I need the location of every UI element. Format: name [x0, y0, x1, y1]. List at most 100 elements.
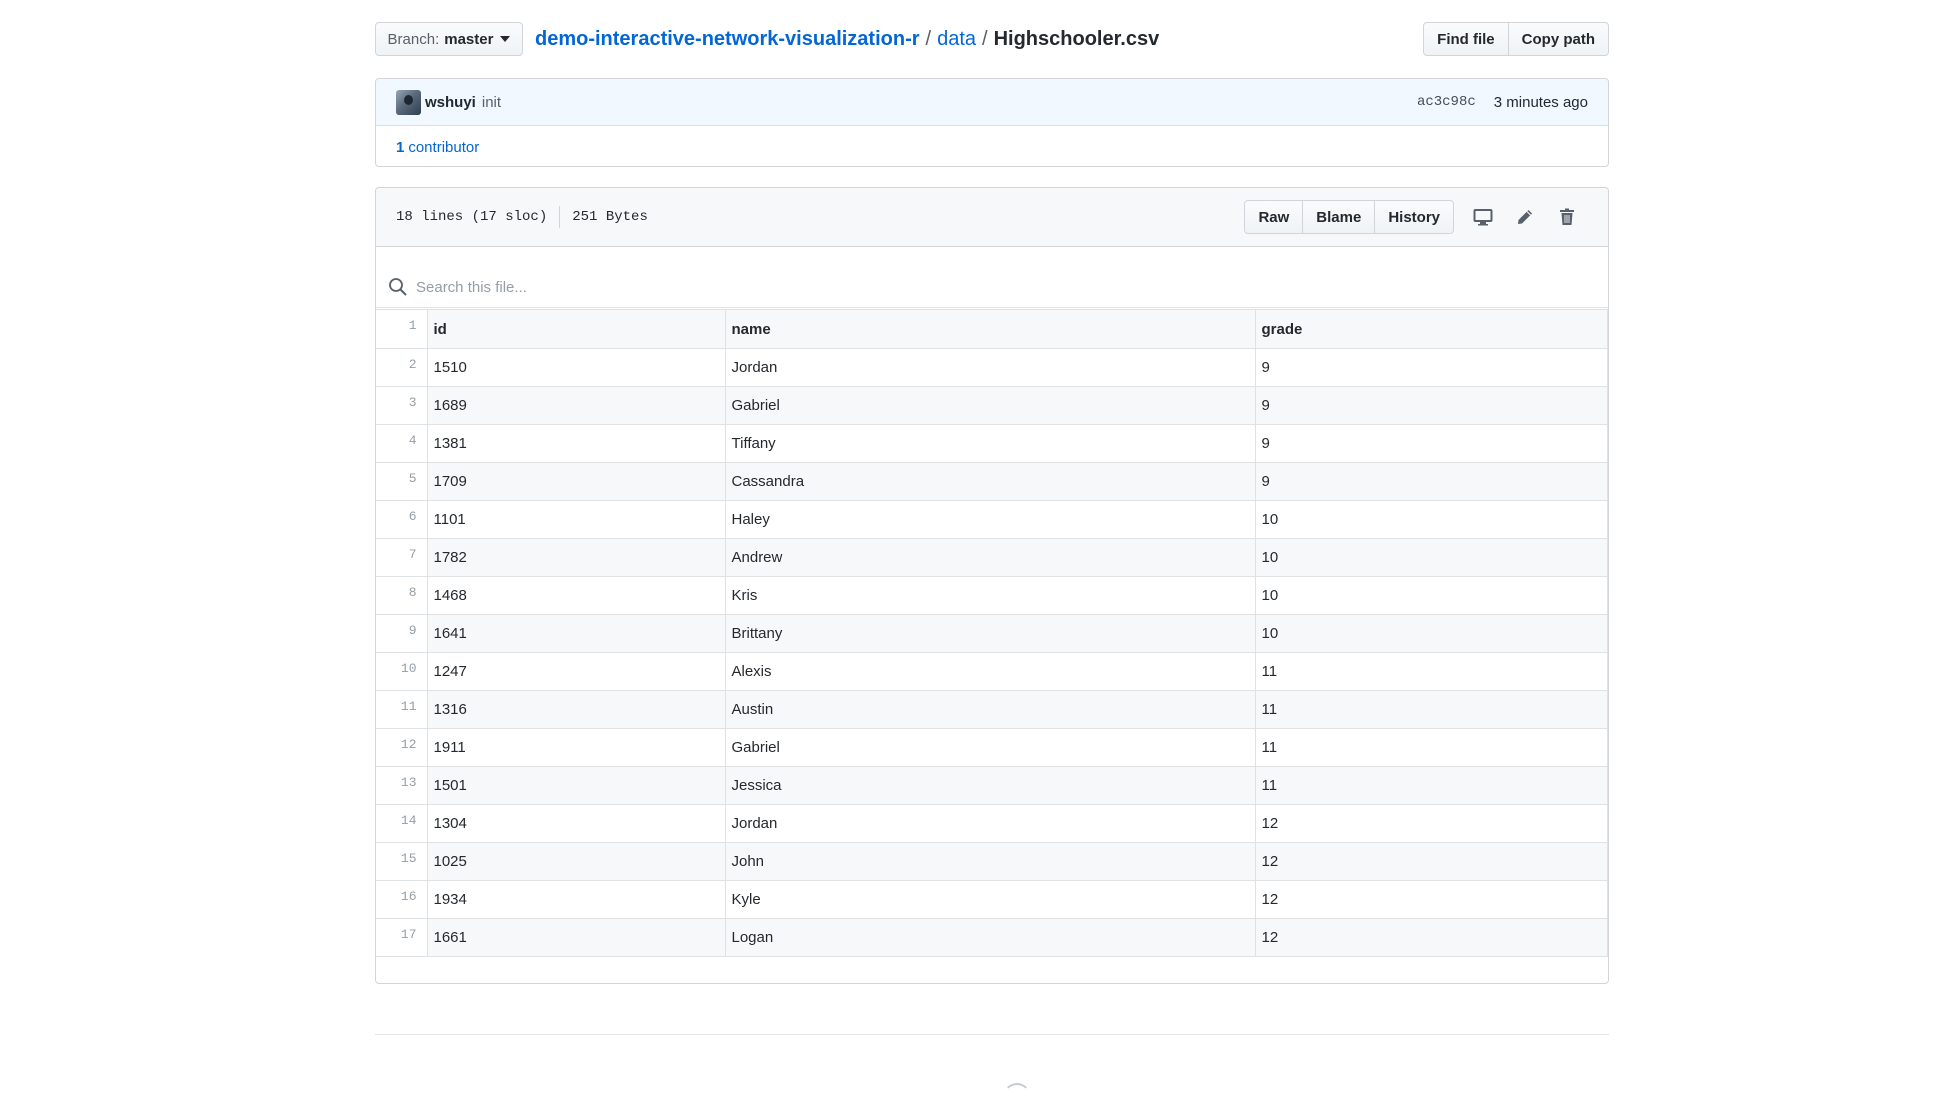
commit-message[interactable]: init: [482, 94, 501, 111]
line-number[interactable]: 10: [376, 652, 428, 691]
table-cell: 1510: [426, 348, 726, 387]
line-number[interactable]: 9: [376, 614, 428, 653]
table-cell: Haley: [724, 500, 1256, 539]
table-cell: 1316: [426, 690, 726, 729]
table-cell: 12: [1254, 804, 1608, 843]
desktop-icon[interactable]: [1462, 200, 1504, 234]
branch-select-button[interactable]: Branch: master: [375, 22, 523, 56]
commit-meta: ac3c98c 3 minutes ago: [1417, 94, 1588, 111]
line-number[interactable]: 12: [376, 728, 428, 767]
copy-path-button[interactable]: Copy path: [1508, 22, 1609, 56]
contributor-label: contributor: [408, 138, 480, 156]
line-number[interactable]: 6: [376, 500, 428, 539]
github-logo-icon[interactable]: [1003, 1083, 1031, 1111]
table-row: 5 1709 Cassandra 9: [376, 462, 1608, 501]
line-number[interactable]: 13: [376, 766, 428, 805]
search-input[interactable]: [414, 277, 1318, 297]
table-cell: Alexis: [724, 652, 1256, 691]
file-navigation: Branch: master demo-interactive-network-…: [375, 0, 1609, 78]
column-header: grade: [1254, 309, 1608, 349]
table-cell: 11: [1254, 690, 1608, 729]
line-number[interactable]: 11: [376, 690, 428, 729]
table-row: 8 1468 Kris 10: [376, 576, 1608, 615]
trash-icon[interactable]: [1546, 200, 1588, 234]
line-number[interactable]: 5: [376, 462, 428, 501]
file-size: 251 Bytes: [572, 209, 648, 225]
blame-button[interactable]: Blame: [1303, 200, 1376, 234]
table-cell: 11: [1254, 652, 1608, 691]
table-row: 11 1316 Austin 11: [376, 690, 1608, 729]
breadcrumb-folder-link[interactable]: data: [937, 28, 976, 50]
table-cell: Andrew: [724, 538, 1256, 577]
raw-button[interactable]: Raw: [1244, 200, 1304, 234]
table-cell: Gabriel: [724, 728, 1256, 767]
repository-content: Branch: master demo-interactive-network-…: [375, 0, 1609, 1085]
line-number[interactable]: 7: [376, 538, 428, 577]
table-row: 17 1661 Logan 12: [376, 918, 1608, 957]
line-number[interactable]: 3: [376, 386, 428, 425]
line-number[interactable]: 17: [376, 918, 428, 957]
table-row: 15 1025 John 12: [376, 842, 1608, 881]
table-cell: Brittany: [724, 614, 1256, 653]
table-cell: 9: [1254, 386, 1608, 425]
breadcrumb-repo-link[interactable]: demo-interactive-network-visualization-r: [535, 28, 920, 50]
file-actions: Raw Blame History: [1244, 200, 1588, 234]
pencil-icon[interactable]: [1504, 200, 1546, 234]
table-cell: 11: [1254, 728, 1608, 767]
contributors-row: 1 contributor: [376, 126, 1608, 166]
table-cell: Jordan: [724, 804, 1256, 843]
table-row: 4 1381 Tiffany 9: [376, 424, 1608, 463]
caret-down-icon: [500, 36, 511, 42]
file-viewer: 18 lines (17 sloc) 251 Bytes Raw Blame H…: [375, 187, 1609, 984]
file-header: 18 lines (17 sloc) 251 Bytes Raw Blame H…: [376, 188, 1608, 247]
table-cell: Logan: [724, 918, 1256, 957]
table-row: 9 1641 Brittany 10: [376, 614, 1608, 653]
table-cell: Gabriel: [724, 386, 1256, 425]
table-cell: 1101: [426, 500, 726, 539]
table-cell: 1934: [426, 880, 726, 919]
line-number[interactable]: 2: [376, 348, 428, 387]
table-cell: Jessica: [724, 766, 1256, 805]
table-cell: Tiffany: [724, 424, 1256, 463]
line-number[interactable]: 16: [376, 880, 428, 919]
table-cell: 10: [1254, 576, 1608, 615]
line-number[interactable]: 1: [376, 309, 428, 349]
table-cell: Cassandra: [724, 462, 1256, 501]
line-number[interactable]: 15: [376, 842, 428, 881]
table-row: 16 1934 Kyle 12: [376, 880, 1608, 919]
table-cell: 1304: [426, 804, 726, 843]
table-row: 3 1689 Gabriel 9: [376, 386, 1608, 425]
table-cell: 10: [1254, 614, 1608, 653]
history-button[interactable]: History: [1375, 200, 1454, 234]
breadcrumb-separator: /: [925, 28, 932, 50]
table-cell: 10: [1254, 500, 1608, 539]
table-cell: 1689: [426, 386, 726, 425]
table-cell: 11: [1254, 766, 1608, 805]
contributors-link[interactable]: 1 contributor: [396, 139, 479, 156]
column-header: name: [724, 309, 1256, 349]
commit-author[interactable]: wshuyi: [425, 94, 476, 111]
file-info-divider: [559, 206, 561, 228]
line-number[interactable]: 14: [376, 804, 428, 843]
search-icon: [389, 278, 407, 296]
file-info: 18 lines (17 sloc) 251 Bytes: [396, 206, 648, 228]
column-header: id: [426, 309, 726, 349]
table-cell: 1247: [426, 652, 726, 691]
avatar[interactable]: [396, 89, 421, 115]
line-number[interactable]: 4: [376, 424, 428, 463]
table-cell: 12: [1254, 918, 1608, 957]
table-cell: Austin: [724, 690, 1256, 729]
file-action-button-group: Raw Blame History: [1244, 200, 1454, 234]
find-file-button[interactable]: Find file: [1423, 22, 1509, 56]
line-number[interactable]: 8: [376, 576, 428, 615]
table-row: 10 1247 Alexis 11: [376, 652, 1608, 691]
table-cell: 1025: [426, 842, 726, 881]
table-cell: Jordan: [724, 348, 1256, 387]
table-cell: 10: [1254, 538, 1608, 577]
table-cell: 1468: [426, 576, 726, 615]
table-row: 13 1501 Jessica 11: [376, 766, 1608, 805]
table-cell: Kris: [724, 576, 1256, 615]
table-cell: 1641: [426, 614, 726, 653]
commit-sha-link[interactable]: ac3c98c: [1417, 94, 1476, 110]
branch-name: master: [444, 30, 494, 48]
